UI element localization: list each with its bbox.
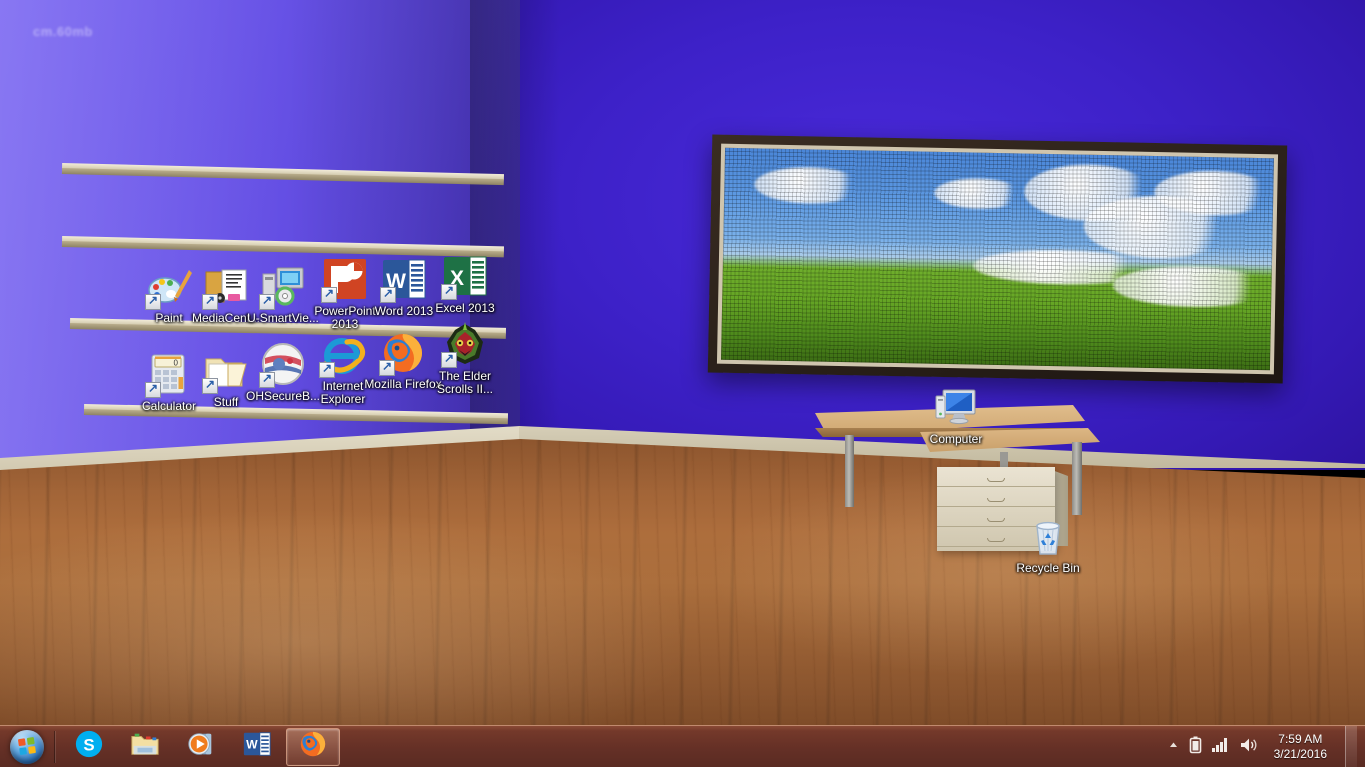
taskbar-button-skype[interactable]: S <box>62 728 116 766</box>
taskbar[interactable]: S W 7:59 AM 3/21/2016 <box>0 725 1365 767</box>
clock-time: 7:59 AM <box>1278 732 1323 746</box>
u-smartviewer-icon <box>259 262 307 310</box>
recycle-bin-icon <box>1024 512 1072 560</box>
desktop-icon-label: The Elder Scrolls II... <box>436 369 493 396</box>
battery-icon[interactable] <box>1189 736 1202 759</box>
desktop-icon-recycle-bin[interactable]: Recycle Bin <box>1005 512 1091 575</box>
shortcut-overlay-icon <box>380 286 396 303</box>
clock[interactable]: 7:59 AM 3/21/2016 <box>1268 732 1333 762</box>
show-hidden-icons-icon[interactable] <box>1168 738 1179 756</box>
media-player-icon <box>186 729 216 764</box>
desktop-icon-label: Computer <box>929 432 983 446</box>
mozilla-firefox-icon <box>379 328 427 376</box>
desktop-icon-computer[interactable]: Computer <box>913 383 999 446</box>
shortcut-overlay-icon <box>321 286 337 303</box>
show-desktop-button[interactable] <box>1345 726 1357 767</box>
picture-pixel-grid <box>721 147 1274 371</box>
taskbar-pinned-items[interactable]: S W <box>55 726 341 767</box>
floor-reflection <box>0 439 1365 767</box>
desktop-icon-label: Recycle Bin <box>1016 561 1080 575</box>
computer-icon <box>932 383 980 431</box>
volume-icon[interactable] <box>1240 737 1258 758</box>
elder-scrolls-ii-icon <box>441 320 489 368</box>
file-explorer-icon <box>130 729 160 764</box>
shortcut-overlay-icon <box>145 293 161 310</box>
desktop-icon-label: Excel 2013 <box>435 301 495 315</box>
taskbar-button-file-explorer[interactable] <box>118 728 172 766</box>
svg-text:S: S <box>83 736 94 755</box>
desktop[interactable]: cm.60mb Paint MediaCent... U-SmartVie...… <box>0 0 1365 767</box>
desk-leg-left <box>845 435 854 507</box>
taskbar-button-firefox[interactable] <box>286 727 340 766</box>
desktop-icon-elder-scrolls-ii[interactable]: The Elder Scrolls II... <box>422 320 508 396</box>
shortcut-overlay-icon <box>145 381 161 398</box>
shortcut-overlay-icon <box>319 361 335 378</box>
shortcut-overlay-icon <box>202 293 218 310</box>
taskbar-button-word[interactable]: W <box>230 728 284 766</box>
word-2013-icon: W <box>380 255 428 303</box>
svg-text:0: 0 <box>174 359 179 368</box>
system-tray[interactable]: 7:59 AM 3/21/2016 <box>1156 726 1365 767</box>
clock-date: 3/21/2016 <box>1273 747 1327 761</box>
shortcut-overlay-icon <box>259 371 275 388</box>
network-signal-icon[interactable] <box>1211 737 1230 757</box>
windows-orb-icon <box>10 729 44 764</box>
shortcut-overlay-icon <box>379 359 395 376</box>
desktop-icon-excel-2013[interactable]: X Excel 2013 <box>422 252 508 315</box>
desk-leg-right <box>1072 442 1082 515</box>
framed-landscape-picture <box>707 134 1288 384</box>
picture-canvas <box>716 143 1279 375</box>
shortcut-overlay-icon <box>441 283 457 300</box>
firefox-icon <box>298 729 328 764</box>
word-icon: W <box>242 729 272 764</box>
wallpaper-watermark: cm.60mb <box>33 24 93 39</box>
taskbar-button-media-player[interactable] <box>174 728 228 766</box>
start-button[interactable] <box>0 726 54 767</box>
shortcut-overlay-icon <box>441 351 457 368</box>
svg-text:W: W <box>246 738 258 752</box>
excel-2013-icon: X <box>441 252 489 300</box>
shortcut-overlay-icon <box>202 377 218 394</box>
shortcut-overlay-icon <box>259 293 275 310</box>
skype-icon: S <box>74 729 104 764</box>
